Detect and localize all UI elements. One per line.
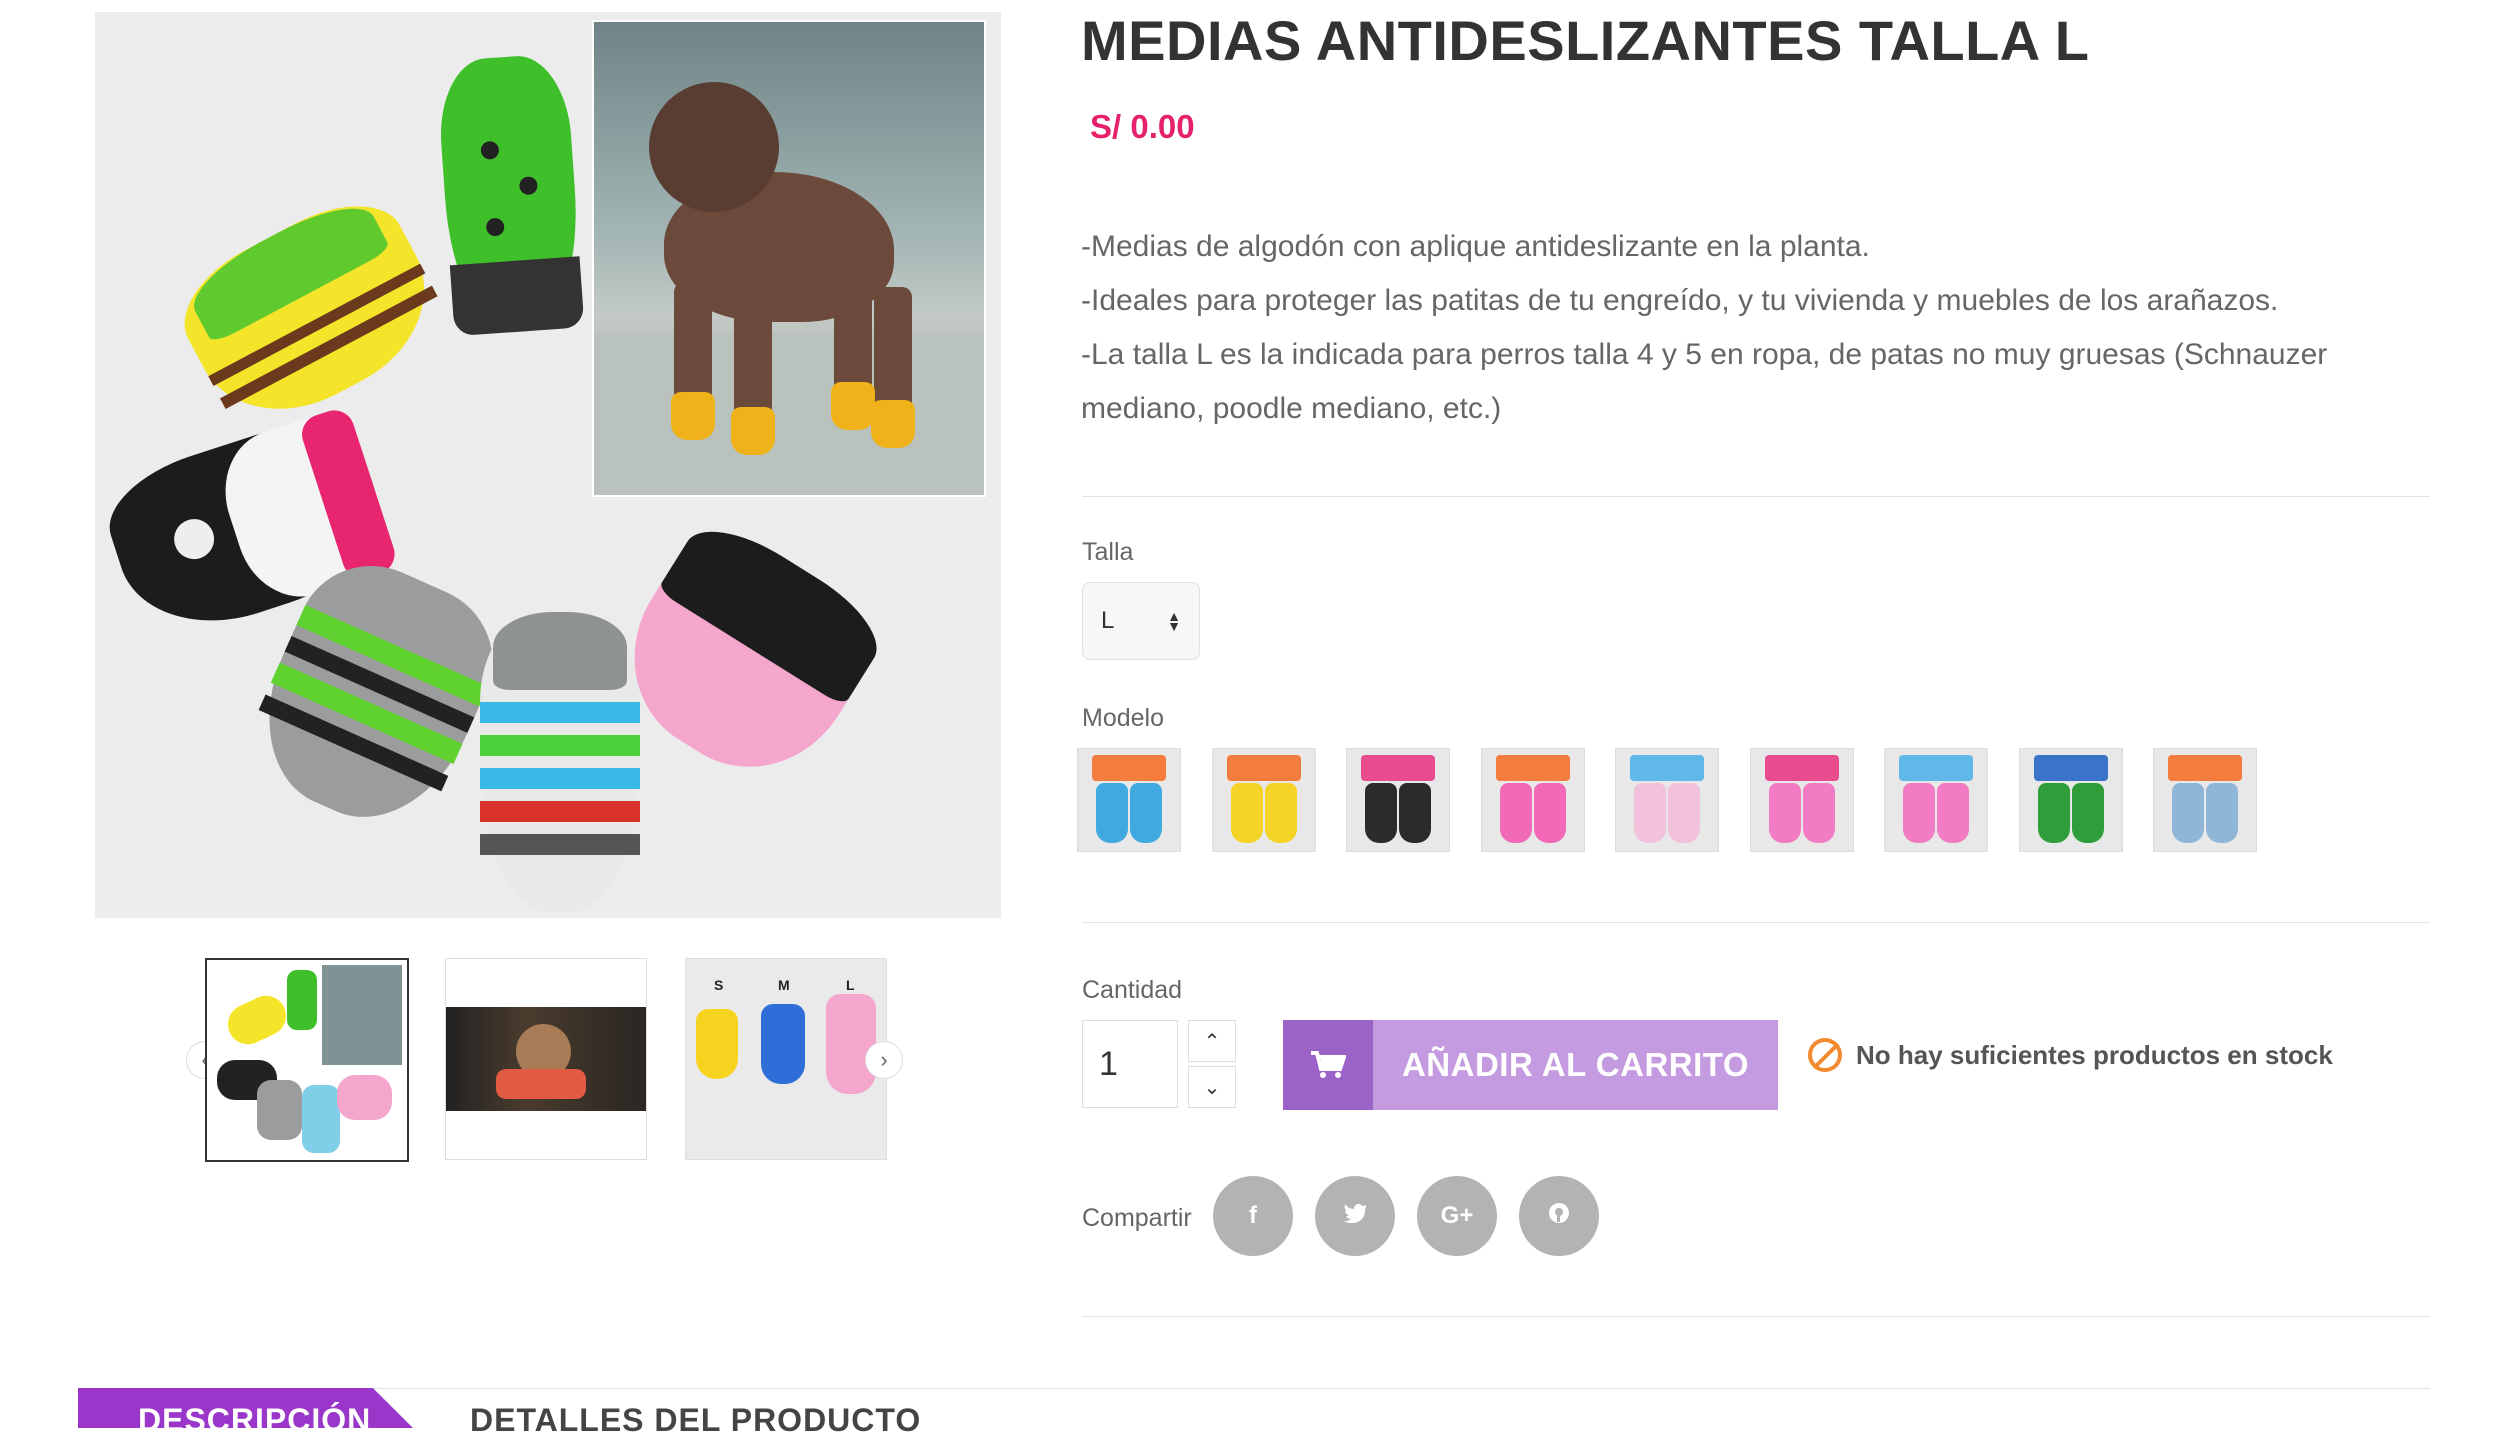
share-label: Compartir — [1082, 1204, 1192, 1232]
pinterest-icon — [1548, 1202, 1570, 1231]
package-sock — [1265, 783, 1297, 843]
stock-message: No hay suficientes productos en stock — [1856, 1039, 2333, 1070]
size-label-m: M — [778, 977, 790, 993]
add-to-cart-label: AÑADIR AL CARRITO — [1401, 1046, 1750, 1083]
model-swatch[interactable] — [1077, 748, 1181, 852]
google-plus-share-button[interactable]: G+ — [1417, 1176, 1497, 1256]
model-swatch[interactable] — [1615, 748, 1719, 852]
model-swatch[interactable] — [1481, 748, 1585, 852]
package-sock — [1937, 783, 1969, 843]
select-arrows-icon: ▲ ▼ — [1167, 608, 1181, 634]
package-sock — [2038, 783, 2070, 843]
package-header — [1765, 755, 1839, 781]
thumbnail-2[interactable] — [445, 958, 647, 1160]
stock-warning: No hay suficientes productos en stock — [1808, 1038, 2333, 1072]
package-sock — [1668, 783, 1700, 843]
package-header — [1496, 755, 1570, 781]
chevron-down-icon: ⌄ — [1203, 1076, 1221, 1099]
description-line: -Ideales para proteger las patitas de tu… — [1081, 284, 2279, 317]
package-sock — [1534, 783, 1566, 843]
divider — [1082, 922, 2430, 923]
quantity-increase-button[interactable]: ⌃ — [1188, 1020, 1236, 1062]
package-sock — [1634, 783, 1666, 843]
package-header — [1361, 755, 1435, 781]
package-sock — [1769, 783, 1801, 843]
product-title: MEDIAS ANTIDESLIZANTES TALLA L — [1081, 9, 2090, 72]
package-sock — [2206, 783, 2238, 843]
google-plus-icon: G+ — [1440, 1202, 1474, 1229]
thumbnail-1[interactable] — [205, 958, 409, 1162]
product-description: -Medias de algodón con aplique antidesli… — [1081, 220, 2431, 436]
model-swatch[interactable] — [1750, 748, 1854, 852]
product-main-image[interactable] — [95, 12, 1001, 918]
model-swatch[interactable] — [1346, 748, 1450, 852]
dog-photo-inset — [592, 20, 986, 497]
model-swatch[interactable] — [1212, 748, 1316, 852]
quantity-label: Cantidad — [1082, 976, 1183, 1004]
package-sock — [1500, 783, 1532, 843]
thumbnail-3[interactable]: S M L — [685, 958, 887, 1160]
facebook-share-button[interactable]: f — [1213, 1176, 1293, 1256]
tab-details-label[interactable]: DETALLES DEL PRODUCTO — [470, 1402, 921, 1439]
package-sock — [2172, 783, 2204, 843]
package-sock — [1096, 783, 1128, 843]
add-to-cart-button[interactable]: AÑADIR AL CARRITO — [1283, 1020, 1778, 1110]
package-sock — [2072, 783, 2104, 843]
product-price: S/ 0.00 — [1090, 108, 1195, 145]
package-sock — [1365, 783, 1397, 843]
package-sock — [1803, 783, 1835, 843]
package-sock — [1130, 783, 1162, 843]
divider — [1082, 496, 2430, 497]
package-header — [1899, 755, 1973, 781]
size-label-l: L — [846, 977, 855, 993]
package-header — [2034, 755, 2108, 781]
tabs-bar — [78, 1388, 2430, 1429]
size-label: Talla — [1082, 538, 1134, 566]
package-sock — [1903, 783, 1935, 843]
size-label-s: S — [714, 977, 724, 993]
chevron-up-icon: ⌃ — [1203, 1030, 1221, 1053]
package-sock — [1399, 783, 1431, 843]
model-swatch[interactable] — [2019, 748, 2123, 852]
description-line: -Medias de algodón con aplique antidesli… — [1081, 230, 1870, 263]
package-header — [1092, 755, 1166, 781]
description-line: -La talla L es la indicada para perros t… — [1081, 338, 2328, 425]
package-header — [1630, 755, 1704, 781]
model-swatch[interactable] — [1884, 748, 1988, 852]
sock-green — [435, 52, 585, 337]
twitter-icon — [1343, 1202, 1367, 1230]
size-select-value: L — [1101, 607, 1115, 634]
package-sock — [1231, 783, 1263, 843]
quantity-decrease-button[interactable]: ⌄ — [1188, 1066, 1236, 1108]
model-swatch[interactable] — [2153, 748, 2257, 852]
package-header — [1227, 755, 1301, 781]
quantity-input[interactable]: 1 — [1082, 1020, 1178, 1108]
tab-description-label[interactable]: DESCRIPCIÓN — [138, 1402, 371, 1439]
sock-yellow — [164, 180, 456, 444]
cart-icon — [1283, 1020, 1373, 1110]
thumbnail-next-arrow[interactable]: › — [865, 1041, 903, 1079]
pinterest-share-button[interactable] — [1519, 1176, 1599, 1256]
sock-pink-black — [596, 509, 894, 805]
sock-multicolor — [480, 612, 640, 912]
facebook-icon: f — [1249, 1202, 1257, 1229]
size-select[interactable]: L ▲ ▼ — [1082, 582, 1200, 660]
package-header — [2168, 755, 2242, 781]
ban-icon — [1808, 1038, 1842, 1072]
twitter-share-button[interactable] — [1315, 1176, 1395, 1256]
model-label: Modelo — [1082, 704, 1164, 732]
divider — [1082, 1316, 2430, 1317]
